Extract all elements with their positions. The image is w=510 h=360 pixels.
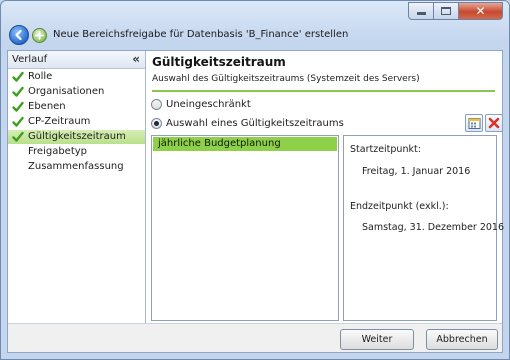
arrow-left-icon xyxy=(15,29,22,41)
back-button[interactable] xyxy=(9,25,29,45)
edit-period-button[interactable] xyxy=(465,114,483,132)
sidebar-item-label: Ebenen xyxy=(28,101,66,112)
sidebar-item-freigabetyp[interactable]: Freigabetyp xyxy=(8,145,145,159)
maximize-icon xyxy=(441,7,451,15)
close-icon: ✕ xyxy=(475,4,486,18)
history-sidebar: Verlauf « Rolle Organisationen Ebenen CP… xyxy=(8,51,146,323)
checkmark-icon xyxy=(12,71,24,82)
sidebar-item-label: CP-Zeitraum xyxy=(28,116,91,127)
sidebar-item-cp-zeitraum[interactable]: CP-Zeitraum xyxy=(8,115,145,129)
sidebar-item-organisationen[interactable]: Organisationen xyxy=(8,85,145,99)
sidebar-title: Verlauf xyxy=(12,54,48,65)
sidebar-item-zusammenfassung[interactable]: Zusammenfassung xyxy=(8,160,145,174)
cancel-button[interactable]: Abbrechen xyxy=(426,329,498,350)
start-label: Startzeitpunkt: xyxy=(350,144,421,155)
option-label: Auswahl eines Gültigkeitszeitraums xyxy=(166,118,344,129)
window-controls: ✕ xyxy=(408,2,503,20)
start-value: Freitag, 1. Januar 2016 xyxy=(362,166,471,177)
close-button[interactable]: ✕ xyxy=(459,2,503,20)
calendar-icon xyxy=(468,117,480,129)
list-item[interactable]: jährliche Budgetplanung xyxy=(153,137,337,151)
sidebar-item-gueltigkeitszeitraum[interactable]: Gültigkeitszeitraum xyxy=(8,130,145,144)
radio-select-period[interactable] xyxy=(151,118,162,129)
minimize-icon xyxy=(416,12,426,15)
checkmark-icon xyxy=(12,101,24,112)
sidebar-item-label: Organisationen xyxy=(28,86,105,97)
page-subtitle: Auswahl des Gültigkeitszeitraums (System… xyxy=(152,74,420,84)
minimize-button[interactable] xyxy=(408,2,434,20)
forward-button[interactable] xyxy=(32,28,47,43)
sidebar-header: Verlauf « xyxy=(8,51,145,69)
title-divider xyxy=(152,90,495,92)
option-select-period[interactable]: Auswahl eines Gültigkeitszeitraums xyxy=(151,118,344,129)
sidebar-item-label: Freigabetyp xyxy=(28,146,88,157)
window-title: Neue Bereichsfreigabe für Datenbasis 'B_… xyxy=(53,29,349,40)
page-title: Gültigkeitszeitraum xyxy=(152,55,286,69)
end-label: Endzeitpunkt (exkl.): xyxy=(350,201,449,212)
option-label: Uneingeschränkt xyxy=(166,99,251,110)
sidebar-item-rolle[interactable]: Rolle xyxy=(8,70,145,84)
delete-icon xyxy=(488,117,500,129)
period-list[interactable]: jährliche Budgetplanung xyxy=(151,135,339,321)
add-icon xyxy=(35,31,44,40)
sidebar-item-ebenen[interactable]: Ebenen xyxy=(8,100,145,114)
wizard-window: ✕ Neue Bereichsfreigabe für Datenbasis '… xyxy=(0,0,510,360)
period-details: Startzeitpunkt: Freitag, 1. Januar 2016 … xyxy=(343,135,504,321)
checkmark-icon xyxy=(12,131,24,142)
checkmark-icon xyxy=(12,116,24,127)
checkmark-icon xyxy=(12,86,24,97)
next-button[interactable]: Weiter xyxy=(340,329,414,350)
wizard-content: Verlauf « Rolle Organisationen Ebenen CP… xyxy=(7,50,504,353)
maximize-button[interactable] xyxy=(434,2,459,20)
end-value: Samstag, 31. Dezember 2016 xyxy=(362,222,505,233)
radio-unrestricted[interactable] xyxy=(151,99,162,110)
sidebar-item-label: Gültigkeitszeitraum xyxy=(28,131,126,142)
sidebar-item-label: Rolle xyxy=(28,71,53,82)
button-bar: Weiter Abbrechen xyxy=(8,323,502,352)
option-unrestricted[interactable]: Uneingeschränkt xyxy=(151,99,251,110)
delete-period-button[interactable] xyxy=(485,114,503,132)
sidebar-item-label: Zusammenfassung xyxy=(28,161,124,172)
collapse-sidebar-button[interactable]: « xyxy=(132,52,140,66)
title-bar: Neue Bereichsfreigabe für Datenbasis 'B_… xyxy=(1,25,509,47)
main-panel: Gültigkeitszeitraum Auswahl des Gültigke… xyxy=(147,51,504,323)
